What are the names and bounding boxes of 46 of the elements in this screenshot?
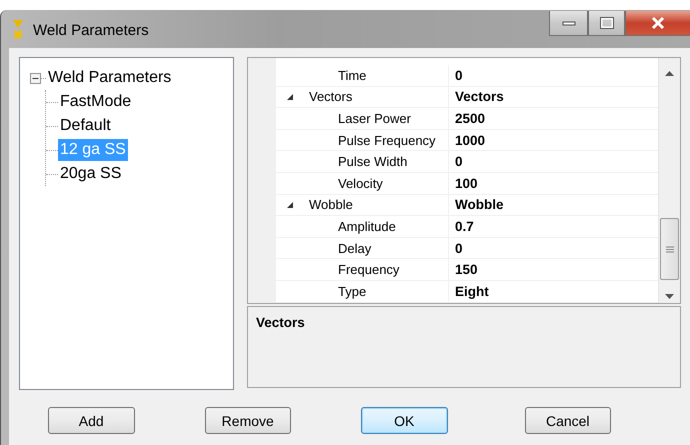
property-value[interactable]: 0.7 <box>455 218 474 234</box>
property-name: Laser Power <box>338 110 411 126</box>
property-value[interactable]: 0 <box>455 68 463 83</box>
tree-node[interactable]: FastMode <box>58 91 134 113</box>
scrollbar[interactable] <box>658 58 680 303</box>
minimize-button[interactable] <box>549 11 588 36</box>
property-name: Pulse Frequency <box>338 132 436 148</box>
tree-node[interactable]: Default <box>58 115 113 137</box>
collapse-icon[interactable] <box>30 72 41 84</box>
grip-icon <box>666 246 674 252</box>
dialog-button[interactable]: Add <box>48 407 134 434</box>
dialog-button[interactable]: Cancel <box>524 407 611 434</box>
property-value[interactable]: 1000 <box>455 132 486 148</box>
window-title: Weld Parameters <box>33 22 149 39</box>
dialog-button[interactable]: OK <box>361 407 448 434</box>
property-name: Pulse Width <box>338 154 408 170</box>
description-title: Vectors <box>256 315 305 330</box>
laser-icon <box>11 20 25 40</box>
property-value[interactable]: 150 <box>455 262 478 278</box>
dialog-button[interactable]: Remove <box>204 407 291 434</box>
property-name: Delay <box>338 240 372 256</box>
category-name: Wobble <box>309 197 353 212</box>
property-name: Amplitude <box>338 218 396 234</box>
expand-triangle-icon[interactable] <box>286 200 294 209</box>
property-value[interactable]: 100 <box>455 176 478 191</box>
property-name: Velocity <box>338 176 383 191</box>
property-name: Time <box>338 68 366 83</box>
close-button[interactable] <box>625 11 690 36</box>
expand-triangle-icon[interactable] <box>286 92 294 101</box>
tree-node[interactable]: Weld Parameters <box>46 67 174 89</box>
scroll-up-icon[interactable] <box>665 71 674 76</box>
property-value[interactable]: 0 <box>455 240 463 256</box>
property-value[interactable]: Eight <box>455 284 489 299</box>
maximize-button[interactable] <box>588 11 625 36</box>
property-value[interactable]: 2500 <box>455 110 486 126</box>
category-value: Vectors <box>455 89 504 104</box>
property-name: Type <box>338 284 366 299</box>
scroll-down-icon[interactable] <box>665 294 674 299</box>
close-icon <box>650 16 666 30</box>
category-name: Vectors <box>309 89 352 104</box>
tree-node[interactable]: 20ga SS <box>58 163 124 185</box>
maximize-icon <box>600 17 614 29</box>
category-value: Wobble <box>455 197 504 212</box>
property-value[interactable]: 0 <box>455 154 463 170</box>
minimize-icon <box>562 20 576 26</box>
property-name: Frequency <box>338 262 400 278</box>
